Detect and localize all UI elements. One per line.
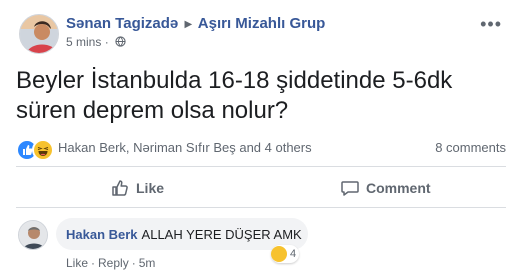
- thumbs-up-icon: [112, 180, 128, 196]
- comment-item: Hakan Berk ALLAH YERE DÜŞER AMK 4 Like · R…: [16, 218, 506, 270]
- comment-count[interactable]: 8 comments: [435, 140, 506, 155]
- like-button-label: Like: [136, 180, 165, 196]
- like-button[interactable]: Like: [110, 174, 164, 202]
- author-avatar[interactable]: [19, 14, 59, 54]
- comment-timestamp[interactable]: 5m: [139, 256, 156, 270]
- haha-reaction-icon: [32, 139, 54, 161]
- comment-reply-link[interactable]: Reply: [98, 256, 129, 270]
- meta-separator: ·: [104, 35, 109, 49]
- divider: [16, 207, 506, 208]
- comment-like-link[interactable]: Like: [66, 256, 88, 270]
- comment-bubble: Hakan Berk ALLAH YERE DÜŞER AMK: [56, 218, 308, 250]
- arrow-right-icon: ▶: [184, 19, 193, 30]
- comment-button[interactable]: Comment: [340, 174, 431, 202]
- haha-reaction-icon: [271, 246, 287, 262]
- divider: [16, 166, 506, 167]
- comment-author-link[interactable]: Hakan Berk: [66, 227, 138, 242]
- post-author-link[interactable]: Sənan Tagizadə: [66, 15, 178, 32]
- more-horizontal-icon[interactable]: •••: [480, 14, 502, 35]
- comment-separator: ·: [131, 256, 136, 270]
- audience-globe-icon: [115, 36, 126, 47]
- reaction-icons[interactable]: [16, 138, 56, 161]
- comment-button-label: Comment: [366, 180, 431, 196]
- post-timestamp[interactable]: 5 mins: [66, 35, 101, 49]
- comment-separator: ·: [91, 256, 96, 270]
- post-header: Sənan Tagizadə ▶ Aşırı Mizahlı Grup 5 mi…: [16, 12, 506, 60]
- comment-reaction-count: 4: [290, 248, 297, 260]
- post-body-text: Beyler İstanbulda 16-18 şiddetinde 5-6dk…: [16, 67, 453, 124]
- comment-actions: Like · Reply · 5m: [66, 256, 155, 270]
- comment-bubble-icon: [341, 181, 359, 196]
- group-link[interactable]: Aşırı Mizahlı Grup: [198, 15, 326, 32]
- comment-reaction-badge[interactable]: 4: [271, 245, 300, 263]
- reactions-summary[interactable]: Hakan Berk, Nəriman Sıfır Beş and 4 othe…: [16, 138, 506, 161]
- commenter-avatar[interactable]: [18, 220, 48, 250]
- comment-text: ALLAH YERE DÜŞER AMK: [141, 226, 302, 242]
- reactors-names[interactable]: Hakan Berk, Nəriman Sıfır Beş and 4 othe…: [58, 140, 312, 155]
